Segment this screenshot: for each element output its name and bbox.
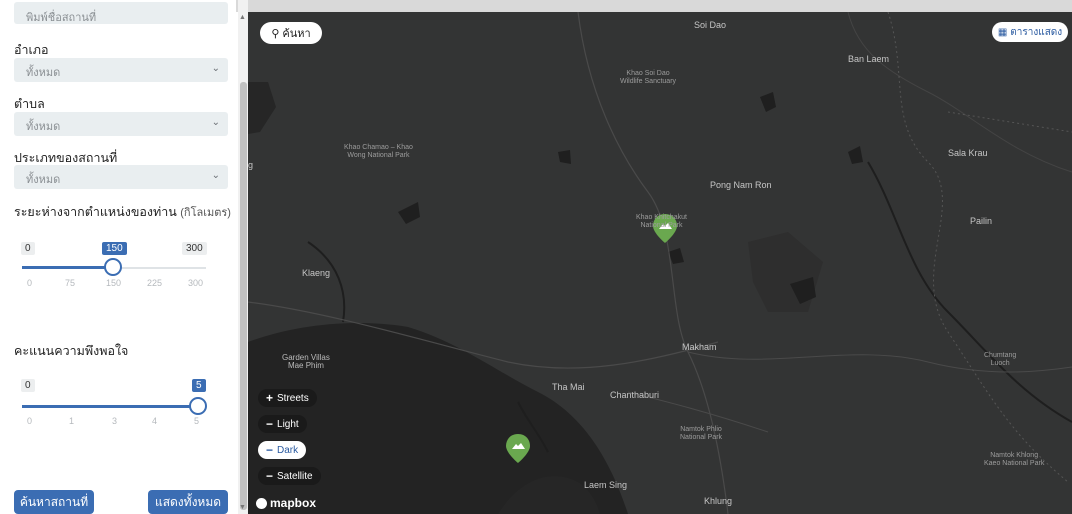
layer-label: Streets: [277, 392, 309, 404]
map-label: Khao Soi Dao Wildlife Sanctuary: [620, 70, 676, 86]
minus-icon: −: [266, 443, 274, 457]
table-view-label: ตารางแสดง: [1010, 26, 1063, 38]
scroll-down-arrow-icon[interactable]: ▼: [239, 504, 246, 511]
distance-min: 0: [21, 242, 35, 255]
subdistrict-label: ตำบล: [14, 97, 45, 111]
satisfaction-tick: 3: [112, 416, 118, 426]
map-label-line: National Park: [640, 222, 683, 229]
plus-icon: +: [266, 391, 274, 405]
layer-label: Dark: [277, 444, 299, 456]
map-label-line: Namtok Phlio: [680, 426, 722, 433]
layer-streets-button[interactable]: + Streets: [258, 389, 317, 407]
distance-label: ระยะห่างจากตำแหน่งของท่าน (กิโลเมตร): [14, 202, 231, 222]
satisfaction-value: 5: [192, 379, 206, 392]
chevron-down-icon: ⌄: [211, 117, 220, 128]
map-label-line: Kaeo National Park: [984, 460, 1045, 467]
scroll-up-arrow-icon[interactable]: ▲: [239, 14, 246, 21]
mapbox-wordmark: mapbox: [270, 496, 317, 510]
map-label: Khlung: [704, 496, 733, 506]
subdistrict-value: ทั้งหมด: [26, 121, 61, 133]
satisfaction-tick: 5: [194, 416, 200, 426]
distance-tick: 300: [188, 278, 204, 288]
distance-unit: (กิโลเมตร): [180, 207, 231, 219]
place-search-input[interactable]: พิมพ์ชื่อสถานที่: [14, 2, 228, 24]
show-all-button[interactable]: แสดงทั้งหมด: [148, 490, 228, 514]
map-terrain: [248, 12, 1072, 514]
sidebar-scroll-thumb[interactable]: [240, 82, 247, 510]
map-label: Makham: [682, 342, 717, 352]
district-select[interactable]: ทั้งหมด ⌄: [14, 58, 228, 82]
map-label: Garden Villas Mae Phim: [282, 354, 330, 370]
place-search-placeholder: พิมพ์ชื่อสถานที่: [26, 12, 97, 24]
distance-fill: [22, 266, 113, 269]
map-label-line: Wildlife Sanctuary: [620, 78, 677, 85]
layer-label: Light: [277, 418, 299, 430]
chevron-down-icon: ⌄: [211, 170, 220, 181]
minus-icon: −: [266, 417, 274, 431]
map-search-label: ค้นหา: [282, 28, 311, 40]
distance-tick: 150: [106, 278, 122, 288]
map-label: Pailin: [970, 216, 993, 226]
map-label: Ban Laem: [848, 54, 890, 64]
map-view[interactable]: Soi Dao Ban Laem Khao Soi Dao Wildlife S…: [248, 12, 1072, 514]
distance-value: 150: [102, 242, 127, 255]
map-label: Laem Sing: [584, 480, 628, 490]
table-icon: ▦: [997, 26, 1008, 38]
map-label-line: Khao Chamao – Khao: [344, 144, 413, 151]
map-label-line: Namtok Khlong: [990, 452, 1039, 459]
district-value: ทั้งหมด: [26, 67, 61, 79]
layer-satellite-button[interactable]: − Satellite: [258, 467, 321, 485]
mapbox-logo[interactable]: mapbox: [256, 496, 316, 510]
distance-tick: 225: [147, 278, 163, 288]
satisfaction-tick: 1: [69, 416, 75, 426]
map-label: Sala Krau: [948, 148, 988, 158]
search-places-button[interactable]: ค้นหาสถานที่: [14, 490, 94, 514]
chevron-down-icon: ⌄: [211, 63, 220, 74]
distance-max: 300: [182, 242, 207, 255]
map-label: Soi Dao: [694, 20, 727, 30]
distance-tick: 0: [27, 278, 33, 288]
distance-label-text: ระยะห่างจากตำแหน่งของท่าน: [14, 205, 177, 219]
map-label-line: Chumtang: [984, 352, 1017, 359]
map-label: Klaeng: [302, 268, 331, 278]
satisfaction-tick: 4: [152, 416, 158, 426]
filter-sidebar: พิมพ์ชื่อสถานที่ อำเภอ ทั้งหมด ⌄ ตำบล ทั…: [0, 0, 236, 514]
map-label: Khao Khitchakut National Park: [636, 214, 687, 230]
district-label: อำเภอ: [14, 43, 49, 57]
mapbox-icon: [256, 497, 267, 509]
subdistrict-select[interactable]: ทั้งหมด ⌄: [14, 112, 228, 136]
map-label-line: National Park: [680, 434, 723, 441]
map-label: Pong Nam Ron: [710, 180, 772, 190]
search-icon: ⚲: [271, 27, 280, 40]
map-label: Namtok Khlong Kaeo National Park: [984, 452, 1044, 468]
map-label: Chanthaburi: [610, 390, 660, 400]
place-type-select[interactable]: ทั้งหมด ⌄: [14, 165, 228, 189]
distance-tick: 75: [65, 278, 76, 288]
map-label: g: [248, 160, 254, 170]
map-label: Chumtang Luoch: [984, 352, 1016, 368]
layer-label: Satellite: [277, 470, 313, 482]
satisfaction-fill: [22, 405, 198, 408]
distance-handle[interactable]: [104, 258, 122, 276]
map-label-line: Wong National Park: [347, 152, 410, 159]
place-type-value: ทั้งหมด: [26, 174, 61, 186]
map-label-line: Khao Soi Dao: [626, 70, 670, 77]
minus-icon: −: [266, 469, 274, 483]
satisfaction-label: คะแนนความพึงพอใจ: [14, 344, 129, 358]
satisfaction-tick: 0: [27, 416, 33, 426]
map-label-line: Mae Phim: [287, 361, 324, 370]
layer-dark-button[interactable]: − Dark: [258, 441, 307, 459]
map-label-line: Luoch: [990, 360, 1010, 367]
map-label: Namtok Phlio National Park: [680, 426, 722, 442]
map-label: Khao Chamao – Khao Wong National Park: [344, 144, 413, 160]
table-view-button[interactable]: ▦ ตารางแสดง: [992, 22, 1068, 42]
layer-light-button[interactable]: − Light: [258, 415, 307, 433]
satisfaction-min: 0: [21, 379, 35, 392]
map-search-button[interactable]: ⚲ ค้นหา: [260, 22, 322, 44]
map-label: Tha Mai: [552, 382, 585, 392]
map-label-line: Khao Khitchakut: [636, 214, 687, 221]
satisfaction-handle[interactable]: [189, 397, 207, 415]
